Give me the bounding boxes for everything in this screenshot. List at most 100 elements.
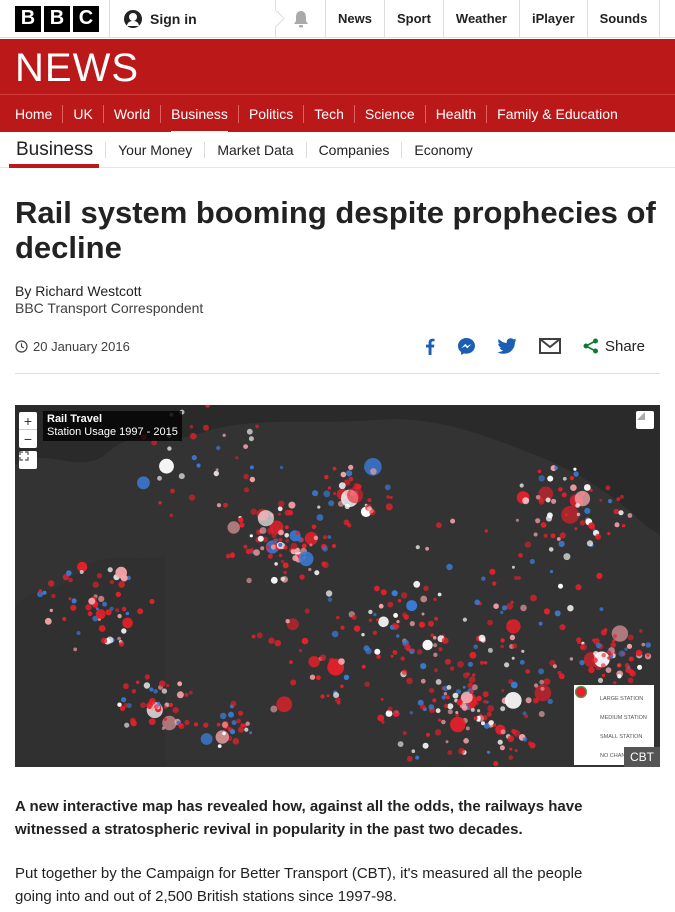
- section-title[interactable]: Business: [0, 132, 105, 168]
- station-dot: [562, 476, 567, 481]
- station-dot: [418, 621, 426, 628]
- station-dot: [256, 632, 263, 639]
- station-dot: [529, 558, 535, 565]
- station-dot: [492, 723, 497, 727]
- station-dot: [115, 566, 127, 579]
- messenger-icon[interactable]: [457, 337, 476, 356]
- facebook-icon[interactable]: [425, 338, 435, 355]
- station-dot: [378, 603, 384, 609]
- station-dot: [579, 660, 585, 666]
- nav-item-tech[interactable]: Tech: [303, 104, 354, 123]
- subnav-market-data[interactable]: Market Data: [204, 141, 305, 158]
- station-dot: [559, 532, 566, 539]
- station-dot: [320, 694, 325, 699]
- station-dot: [167, 446, 172, 451]
- nav-item-uk[interactable]: UK: [62, 104, 102, 123]
- zoom-out-button[interactable]: −: [19, 430, 37, 448]
- email-icon[interactable]: [538, 338, 561, 354]
- station-dot: [420, 595, 428, 603]
- station-dot: [274, 639, 282, 647]
- station-dot: [580, 645, 585, 650]
- station-dot: [259, 527, 267, 534]
- station-dot: [374, 585, 380, 592]
- station-dot: [509, 747, 513, 751]
- share-button[interactable]: Share: [583, 338, 645, 355]
- station-dot: [535, 518, 541, 524]
- date-text: 20 January 2016: [33, 339, 130, 354]
- station-dot: [298, 551, 314, 567]
- nav-iplayer[interactable]: iPlayer: [520, 0, 588, 37]
- station-dot: [308, 656, 320, 668]
- subnav-companies[interactable]: Companies: [305, 141, 402, 158]
- station-dot: [500, 638, 505, 643]
- station-dot: [591, 657, 598, 664]
- station-dot: [486, 711, 492, 717]
- nav-sounds[interactable]: Sounds: [588, 0, 661, 37]
- station-dot: [570, 484, 577, 491]
- station-dot: [474, 599, 481, 606]
- station-dot: [559, 624, 566, 631]
- bbc-logo[interactable]: B B C: [0, 0, 110, 37]
- nav-item-politics[interactable]: Politics: [237, 104, 303, 123]
- station-dot: [278, 553, 283, 558]
- station-dot: [389, 495, 393, 500]
- station-dot: [435, 679, 442, 685]
- station-dot: [450, 518, 456, 524]
- station-dot: [511, 656, 515, 660]
- station-dot: [441, 637, 449, 644]
- subnav-economy[interactable]: Economy: [401, 141, 484, 158]
- station-dot: [384, 484, 391, 491]
- station-dot: [328, 657, 335, 664]
- station-dot: [543, 608, 551, 615]
- rail-travel-map[interactable]: + − Rail Travel Station Usage 1997 - 201…: [15, 405, 660, 767]
- station-dot: [543, 678, 551, 686]
- station-dot: [230, 552, 235, 558]
- station-dot: [184, 719, 190, 726]
- nav-item-home[interactable]: Home: [0, 105, 62, 123]
- station-dot: [125, 611, 130, 616]
- station-dot: [506, 619, 521, 634]
- layers-button[interactable]: [636, 411, 654, 429]
- station-dot: [402, 731, 407, 736]
- station-dot: [121, 628, 127, 634]
- station-dot: [397, 741, 404, 747]
- station-dot: [381, 720, 385, 724]
- nav-item-business[interactable]: Business: [160, 104, 238, 132]
- station-dot: [280, 559, 285, 564]
- nav-item-world[interactable]: World: [102, 104, 160, 123]
- subnav-your-money[interactable]: Your Money: [105, 141, 204, 158]
- station-dot: [157, 475, 162, 481]
- fullscreen-button[interactable]: [19, 451, 37, 469]
- station-dot: [540, 686, 545, 691]
- station-dot: [547, 475, 554, 482]
- station-dot: [278, 500, 285, 507]
- station-dot: [280, 576, 286, 582]
- station-dot: [432, 635, 437, 640]
- station-dot: [178, 473, 185, 480]
- zoom-in-button[interactable]: +: [19, 412, 37, 430]
- station-dot: [510, 681, 518, 689]
- nav-item-science[interactable]: Science: [353, 104, 425, 123]
- station-dot: [317, 505, 321, 509]
- news-logo[interactable]: NEWS: [15, 46, 139, 91]
- station-dot: [231, 720, 237, 726]
- station-dot: [277, 512, 281, 516]
- station-dot: [462, 685, 466, 689]
- signin-button[interactable]: Sign in: [110, 0, 285, 37]
- nav-sport[interactable]: Sport: [385, 0, 444, 37]
- station-dot: [450, 716, 466, 733]
- station-dot: [68, 597, 72, 601]
- nav-item-family-education[interactable]: Family & Education: [486, 104, 628, 123]
- station-dot: [343, 519, 350, 526]
- station-dot: [270, 705, 278, 713]
- nav-news[interactable]: News: [326, 0, 385, 37]
- twitter-icon[interactable]: [497, 338, 517, 354]
- nav-weather[interactable]: Weather: [444, 0, 520, 37]
- station-dot: [121, 606, 127, 612]
- station-dot: [62, 617, 67, 621]
- station-dot: [473, 644, 479, 650]
- station-dot: [551, 498, 557, 504]
- station-dot: [461, 705, 468, 711]
- station-dot: [605, 667, 612, 673]
- nav-item-health[interactable]: Health: [424, 104, 486, 123]
